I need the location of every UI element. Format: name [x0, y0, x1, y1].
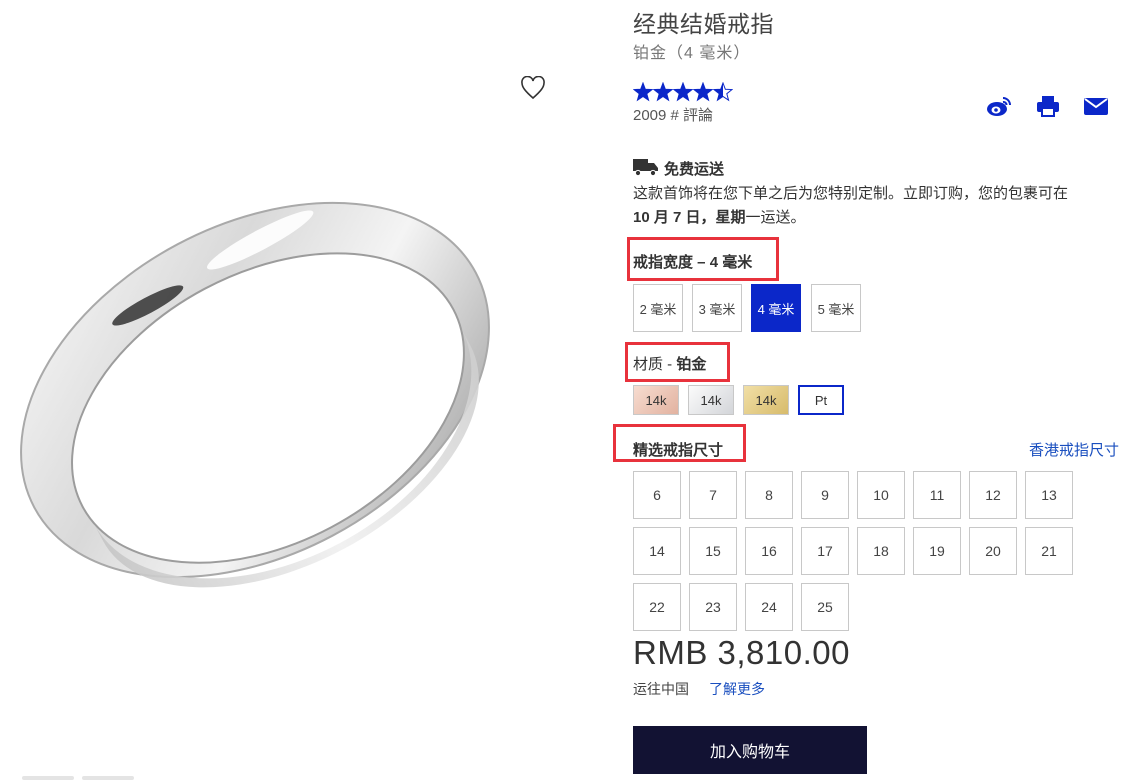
- ship-to-text: 运往中国: [633, 681, 689, 697]
- metal-label-text: 材质 -: [633, 356, 677, 373]
- width-option[interactable]: 2 毫米: [633, 284, 683, 332]
- size-guide-link[interactable]: 香港戒指尺寸: [1029, 439, 1119, 460]
- width-option[interactable]: 5 毫米: [811, 284, 861, 332]
- size-option[interactable]: 18: [857, 527, 905, 575]
- size-label: 精选戒指尺寸: [633, 442, 724, 459]
- shipping-title: 免费运送: [664, 161, 725, 178]
- thumbnail[interactable]: [22, 776, 74, 780]
- size-option[interactable]: 19: [913, 527, 961, 575]
- star-icon: [692, 82, 714, 102]
- metal-option-platinum[interactable]: Pt: [798, 385, 844, 415]
- shipping-description: 这款首饰将在您下单之后为您特别定制。立即订购，您的包裹可在: [633, 185, 1069, 202]
- width-label: 戒指宽度 – 4 毫米: [633, 251, 752, 272]
- review-count[interactable]: 2009 # 評論: [633, 104, 713, 125]
- email-icon[interactable]: [1084, 96, 1108, 116]
- width-label-text: 戒指宽度 –: [633, 254, 710, 271]
- metal-option-yellow-gold[interactable]: 14k: [743, 385, 789, 415]
- print-icon[interactable]: [1036, 95, 1060, 117]
- width-option[interactable]: 4 毫米: [751, 284, 801, 332]
- width-option[interactable]: 3 毫米: [692, 284, 742, 332]
- size-option[interactable]: 7: [689, 471, 737, 519]
- metal-label-value: 铂金: [676, 356, 707, 373]
- price: RMB 3,810.00: [633, 634, 850, 671]
- size-option[interactable]: 21: [1025, 527, 1073, 575]
- size-option[interactable]: 20: [969, 527, 1017, 575]
- add-to-cart-button[interactable]: 加入购物车: [633, 726, 867, 774]
- size-option[interactable]: 13: [1025, 471, 1073, 519]
- rating-stars[interactable]: [633, 82, 733, 102]
- heart-icon[interactable]: [520, 76, 546, 100]
- metal-option-white-gold[interactable]: 14k: [688, 385, 734, 415]
- size-option[interactable]: 10: [857, 471, 905, 519]
- size-option[interactable]: 16: [745, 527, 793, 575]
- width-label-value: 4 毫米: [709, 254, 753, 271]
- metal-label: 材质 - 铂金: [633, 353, 706, 374]
- star-icon: [712, 82, 733, 102]
- size-option[interactable]: 25: [801, 583, 849, 631]
- star-icon: [652, 82, 674, 102]
- size-option[interactable]: 11: [913, 471, 961, 519]
- shipping-date-bold: 10 月 7 日，星期: [633, 209, 746, 226]
- product-title: 经典结婚戒指: [633, 11, 774, 37]
- size-option[interactable]: 14: [633, 527, 681, 575]
- size-option[interactable]: 9: [801, 471, 849, 519]
- size-option[interactable]: 17: [801, 527, 849, 575]
- size-option[interactable]: 15: [689, 527, 737, 575]
- learn-more-link[interactable]: 了解更多: [709, 679, 765, 699]
- star-icon: [633, 82, 654, 102]
- size-option[interactable]: 24: [745, 583, 793, 631]
- weibo-icon[interactable]: [986, 95, 1012, 117]
- metal-option-rose-gold[interactable]: 14k: [633, 385, 679, 415]
- thumbnail[interactable]: [82, 776, 134, 780]
- truck-icon: [633, 159, 658, 176]
- size-option[interactable]: 8: [745, 471, 793, 519]
- product-image-ring: [20, 201, 490, 588]
- size-option[interactable]: 22: [633, 583, 681, 631]
- shipping-date: 10 月 7 日，星期一运送。: [633, 206, 806, 227]
- shipping-date-suffix: 一运送。: [745, 209, 806, 226]
- star-icon: [672, 82, 694, 102]
- size-option[interactable]: 23: [689, 583, 737, 631]
- product-subtitle: 铂金（4 毫米）: [633, 45, 751, 62]
- size-option[interactable]: 12: [969, 471, 1017, 519]
- size-option[interactable]: 6: [633, 471, 681, 519]
